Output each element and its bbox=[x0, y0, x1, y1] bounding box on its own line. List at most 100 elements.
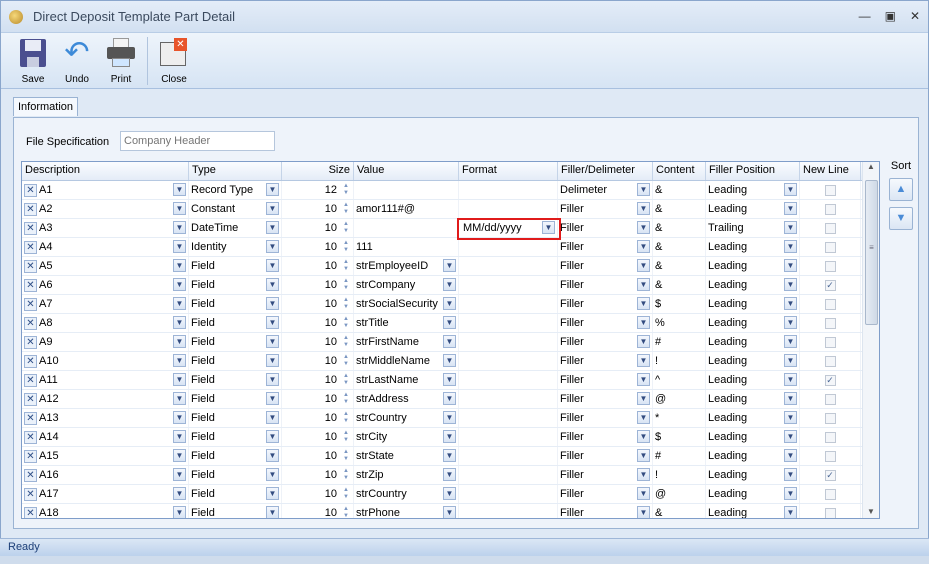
size-cell[interactable]: 10 ▲ ▼ bbox=[282, 447, 354, 465]
delete-row-icon[interactable]: ✕ bbox=[24, 430, 37, 444]
filler-delimeter-cell[interactable]: Filler ▼ bbox=[558, 390, 653, 408]
chevron-down-icon[interactable]: ▼ bbox=[173, 297, 186, 310]
value-cell[interactable]: strEmployeeID ▼ bbox=[354, 257, 459, 275]
chevron-down-icon[interactable]: ▼ bbox=[266, 411, 279, 424]
new-line-cell[interactable]: ✓ bbox=[800, 276, 861, 294]
type-cell[interactable]: Field ▼ bbox=[189, 428, 282, 446]
content-cell[interactable]: $ bbox=[653, 428, 706, 446]
chevron-down-icon[interactable]: ▼ bbox=[173, 240, 186, 253]
format-cell[interactable] bbox=[459, 371, 558, 389]
filler-position-cell[interactable]: Leading ▼ bbox=[706, 238, 800, 256]
value-cell[interactable] bbox=[354, 181, 459, 199]
filler-delimeter-cell[interactable]: Filler ▼ bbox=[558, 371, 653, 389]
value-cell[interactable]: strLastName ▼ bbox=[354, 371, 459, 389]
filler-delimeter-cell[interactable]: Filler ▼ bbox=[558, 200, 653, 218]
new-line-cell[interactable] bbox=[800, 485, 861, 503]
format-cell[interactable] bbox=[459, 428, 558, 446]
value-cell[interactable] bbox=[354, 219, 459, 237]
description-cell[interactable]: ✕ A14 ▼ bbox=[22, 428, 189, 446]
chevron-down-icon[interactable]: ▼ bbox=[443, 316, 456, 329]
filler-position-cell[interactable]: Leading ▼ bbox=[706, 466, 800, 484]
tab-information[interactable]: Information bbox=[13, 97, 79, 116]
size-cell[interactable]: 10 ▲ ▼ bbox=[282, 238, 354, 256]
delete-row-icon[interactable]: ✕ bbox=[24, 487, 37, 501]
filler-delimeter-cell[interactable]: Filler ▼ bbox=[558, 352, 653, 370]
chevron-down-icon[interactable]: ▼ bbox=[784, 392, 797, 405]
description-cell[interactable]: ✕ A15 ▼ bbox=[22, 447, 189, 465]
undo-button[interactable]: ↶ Undo bbox=[55, 37, 99, 88]
new-line-checkbox[interactable]: ✓ bbox=[824, 469, 836, 481]
delete-row-icon[interactable]: ✕ bbox=[24, 297, 37, 311]
chevron-down-icon[interactable]: ▼ bbox=[784, 468, 797, 481]
chevron-down-icon[interactable]: ▼ bbox=[266, 354, 279, 367]
new-line-cell[interactable] bbox=[800, 257, 861, 275]
chevron-down-icon[interactable]: ▼ bbox=[637, 430, 650, 443]
format-cell[interactable] bbox=[459, 466, 558, 484]
content-cell[interactable]: ^ bbox=[653, 371, 706, 389]
delete-row-icon[interactable]: ✕ bbox=[24, 411, 37, 425]
column-header[interactable]: Value bbox=[354, 162, 459, 180]
spinner-icon[interactable]: ▲ ▼ bbox=[341, 221, 351, 235]
chevron-down-icon[interactable]: ▼ bbox=[266, 202, 279, 215]
new-line-checkbox[interactable] bbox=[824, 431, 836, 443]
chevron-down-icon[interactable]: ▼ bbox=[443, 430, 456, 443]
column-header[interactable]: Filler/Delimeter bbox=[558, 162, 653, 180]
filler-delimeter-cell[interactable]: Filler ▼ bbox=[558, 276, 653, 294]
minimize-button[interactable]: — bbox=[859, 9, 871, 23]
format-cell[interactable] bbox=[459, 352, 558, 370]
type-cell[interactable]: Field ▼ bbox=[189, 466, 282, 484]
chevron-down-icon[interactable]: ▼ bbox=[443, 354, 456, 367]
format-cell[interactable] bbox=[459, 276, 558, 294]
chevron-down-icon[interactable]: ▼ bbox=[266, 278, 279, 291]
scroll-up-icon[interactable]: ▲ bbox=[863, 162, 879, 171]
new-line-checkbox[interactable]: ✓ bbox=[824, 374, 836, 386]
filler-position-cell[interactable]: Leading ▼ bbox=[706, 390, 800, 408]
new-line-cell[interactable] bbox=[800, 181, 861, 199]
file-specification-input[interactable] bbox=[120, 131, 275, 151]
chevron-down-icon[interactable]: ▼ bbox=[443, 411, 456, 424]
chevron-down-icon[interactable]: ▼ bbox=[173, 449, 186, 462]
description-cell[interactable]: ✕ A4 ▼ bbox=[22, 238, 189, 256]
delete-row-icon[interactable]: ✕ bbox=[24, 506, 37, 518]
chevron-down-icon[interactable]: ▼ bbox=[443, 449, 456, 462]
chevron-down-icon[interactable]: ▼ bbox=[784, 259, 797, 272]
value-cell[interactable]: strTitle ▼ bbox=[354, 314, 459, 332]
content-cell[interactable]: # bbox=[653, 447, 706, 465]
filler-position-cell[interactable]: Trailing ▼ bbox=[706, 219, 800, 237]
column-header[interactable]: Description bbox=[22, 162, 189, 180]
content-cell[interactable]: & bbox=[653, 238, 706, 256]
new-line-checkbox[interactable] bbox=[824, 241, 836, 253]
chevron-down-icon[interactable]: ▼ bbox=[443, 373, 456, 386]
column-header[interactable]: Content bbox=[653, 162, 706, 180]
new-line-cell[interactable] bbox=[800, 409, 861, 427]
chevron-down-icon[interactable]: ▼ bbox=[784, 373, 797, 386]
chevron-down-icon[interactable]: ▼ bbox=[266, 430, 279, 443]
chevron-down-icon[interactable]: ▼ bbox=[637, 487, 650, 500]
print-button[interactable]: Print bbox=[99, 37, 143, 88]
description-cell[interactable]: ✕ A3 ▼ bbox=[22, 219, 189, 237]
chevron-down-icon[interactable]: ▼ bbox=[637, 183, 650, 196]
spinner-icon[interactable]: ▲ ▼ bbox=[341, 278, 351, 292]
spinner-icon[interactable]: ▲ ▼ bbox=[341, 183, 351, 197]
chevron-down-icon[interactable]: ▼ bbox=[637, 297, 650, 310]
new-line-cell[interactable] bbox=[800, 390, 861, 408]
new-line-checkbox[interactable] bbox=[824, 412, 836, 424]
filler-delimeter-cell[interactable]: Filler ▼ bbox=[558, 485, 653, 503]
size-cell[interactable]: 10 ▲ ▼ bbox=[282, 295, 354, 313]
chevron-down-icon[interactable]: ▼ bbox=[784, 411, 797, 424]
chevron-down-icon[interactable]: ▼ bbox=[443, 259, 456, 272]
chevron-down-icon[interactable]: ▼ bbox=[784, 297, 797, 310]
filler-position-cell[interactable]: Leading ▼ bbox=[706, 485, 800, 503]
chevron-down-icon[interactable]: ▼ bbox=[784, 278, 797, 291]
chevron-down-icon[interactable]: ▼ bbox=[784, 335, 797, 348]
type-cell[interactable]: Field ▼ bbox=[189, 352, 282, 370]
spinner-icon[interactable]: ▲ ▼ bbox=[341, 468, 351, 482]
chevron-down-icon[interactable]: ▼ bbox=[637, 278, 650, 291]
new-line-checkbox[interactable] bbox=[824, 450, 836, 462]
chevron-down-icon[interactable]: ▼ bbox=[266, 487, 279, 500]
size-cell[interactable]: 10 ▲ ▼ bbox=[282, 276, 354, 294]
size-cell[interactable]: 10 ▲ ▼ bbox=[282, 428, 354, 446]
value-cell[interactable]: strCountry ▼ bbox=[354, 485, 459, 503]
chevron-down-icon[interactable]: ▼ bbox=[637, 316, 650, 329]
size-cell[interactable]: 10 ▲ ▼ bbox=[282, 485, 354, 503]
